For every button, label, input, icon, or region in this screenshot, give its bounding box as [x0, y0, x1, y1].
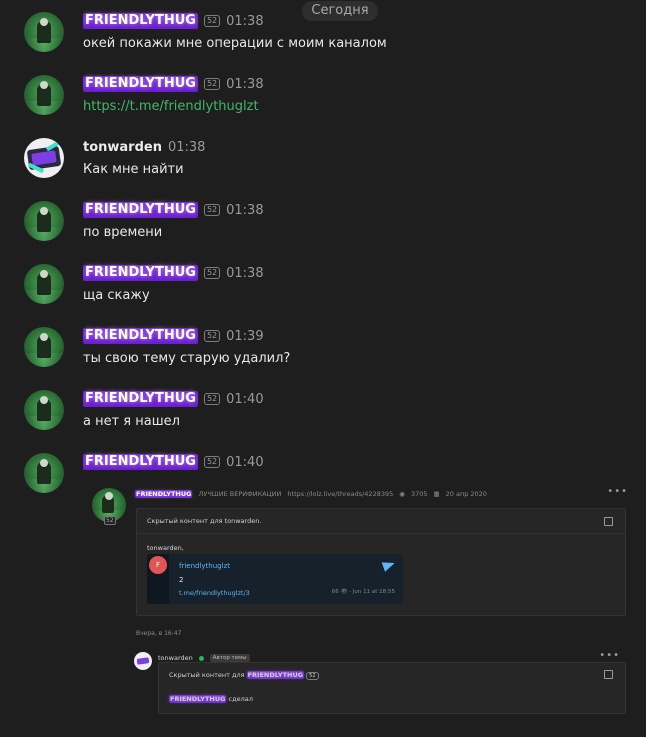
online-status-icon	[198, 655, 204, 661]
post-date: 20 апр 2020	[445, 490, 487, 498]
message-time: 01:40	[226, 454, 264, 470]
reply-hidden-label: Скрытый контент для FRIENDLYTHUG 52	[169, 671, 319, 680]
avatar[interactable]	[24, 12, 64, 52]
reply-avatar[interactable]	[134, 652, 152, 670]
hidden-content-label: Скрытый контент для tonwarden.	[147, 517, 262, 525]
reply-hidden-block: Скрытый контент для FRIENDLYTHUG 52	[158, 662, 626, 687]
post-header: FRIENDLYTHUG ЛУЧШИЕ ВЕРИФИКАЦИИ https://…	[135, 490, 487, 498]
author-name[interactable]: FRIENDLYTHUG	[83, 454, 198, 470]
post-views: 3705	[410, 490, 428, 498]
forum-post-embed: 52 FRIENDLYTHUG ЛУЧШИЕ ВЕРИФИКАЦИИ https…	[90, 486, 646, 737]
date-separator: Сегодня	[302, 1, 378, 21]
tg-post-text: 2	[179, 576, 184, 584]
level-badge: 52	[203, 78, 221, 90]
message-text: ты свою тему старую удалил?	[83, 351, 291, 366]
post-section[interactable]: ЛУЧШИЕ ВЕРИФИКАЦИИ	[198, 490, 281, 498]
telegram-card[interactable]: F friendlythuglzt 2 t.me/friendlythuglzt…	[147, 554, 403, 604]
avatar[interactable]	[24, 264, 64, 304]
author-name[interactable]: FRIENDLYTHUG	[83, 391, 198, 407]
reply-text: сделал	[228, 695, 253, 703]
message-text: Как мне найти	[83, 162, 184, 177]
avatar[interactable]	[24, 327, 64, 367]
avatar[interactable]	[24, 201, 64, 241]
level-badge: 52	[203, 456, 221, 468]
message-time: 01:39	[226, 328, 264, 344]
reply-body: FRIENDLYTHUG сделал	[158, 685, 626, 714]
author-name[interactable]: FRIENDLYTHUG	[83, 202, 198, 218]
more-options-icon[interactable]: •••	[607, 486, 628, 497]
avatar[interactable]	[24, 390, 64, 430]
message-time: 01:38	[226, 202, 264, 218]
message-time: 01:40	[226, 391, 264, 407]
eye-icon: ◉	[399, 490, 405, 498]
level-badge: 52	[203, 204, 221, 216]
level-badge: 52	[203, 393, 221, 405]
post-thread-url[interactable]: https://lolz.live/threads/4228395	[287, 490, 393, 498]
message-text: а нет я нашел	[83, 414, 180, 429]
level-badge: 52	[203, 15, 221, 27]
calendar-icon: ▦	[433, 490, 440, 498]
tg-post-link[interactable]: t.me/friendlythuglzt/3	[179, 589, 250, 597]
reply-copy-icon[interactable]	[604, 670, 613, 679]
channel-avatar: F	[149, 556, 167, 574]
message-text: ща скажу	[83, 288, 150, 303]
hidden-prefix: Скрытый контент для	[169, 671, 245, 679]
message-text: окей покажи мне операции с моим каналом	[83, 36, 387, 51]
level-badge: 52	[203, 267, 221, 279]
telegram-icon	[381, 558, 397, 572]
greeting-text: tonwarden,	[147, 544, 184, 552]
author-name[interactable]: tonwarden	[83, 140, 162, 155]
mention[interactable]: FRIENDLYTHUG	[169, 695, 227, 703]
copy-icon[interactable]	[604, 517, 613, 526]
post-timestamp: Вчера, в 16:47	[136, 630, 182, 637]
avatar[interactable]	[24, 75, 64, 115]
reply-post: tonwarden Автор темы ••• Скрытый контент…	[134, 650, 634, 737]
author-name[interactable]: FRIENDLYTHUG	[83, 328, 198, 344]
hidden-user[interactable]: FRIENDLYTHUG	[246, 671, 305, 679]
message-text: по времени	[83, 225, 163, 240]
message-time: 01:38	[167, 139, 206, 155]
level-badge: 52	[203, 330, 221, 342]
message-time: 01:38	[226, 265, 264, 281]
post-level-badge: 52	[104, 516, 116, 525]
hidden-user-level: 52	[306, 672, 319, 680]
message-time: 01:38	[226, 76, 264, 92]
avatar[interactable]	[24, 453, 64, 493]
author-name[interactable]: FRIENDLYTHUG	[83, 13, 198, 29]
message-time: 01:38	[226, 13, 264, 29]
reply-author[interactable]: tonwarden	[158, 654, 193, 662]
message-link[interactable]: https://t.me/friendlythuglzt	[83, 99, 259, 114]
channel-name[interactable]: friendlythuglzt	[179, 562, 230, 570]
avatar[interactable]	[24, 138, 64, 178]
author-name[interactable]: FRIENDLYTHUG	[83, 265, 198, 281]
reply-more-options-icon[interactable]: •••	[599, 650, 620, 661]
hidden-content-block: Скрытый контент для tonwarden. tonwarden…	[136, 508, 626, 616]
post-author[interactable]: FRIENDLYTHUG	[135, 490, 193, 498]
tg-post-meta: 66 👁 · Jun 11 at 18:55	[331, 589, 395, 595]
author-badge: Автор темы	[209, 654, 250, 662]
author-name[interactable]: FRIENDLYTHUG	[83, 76, 198, 92]
